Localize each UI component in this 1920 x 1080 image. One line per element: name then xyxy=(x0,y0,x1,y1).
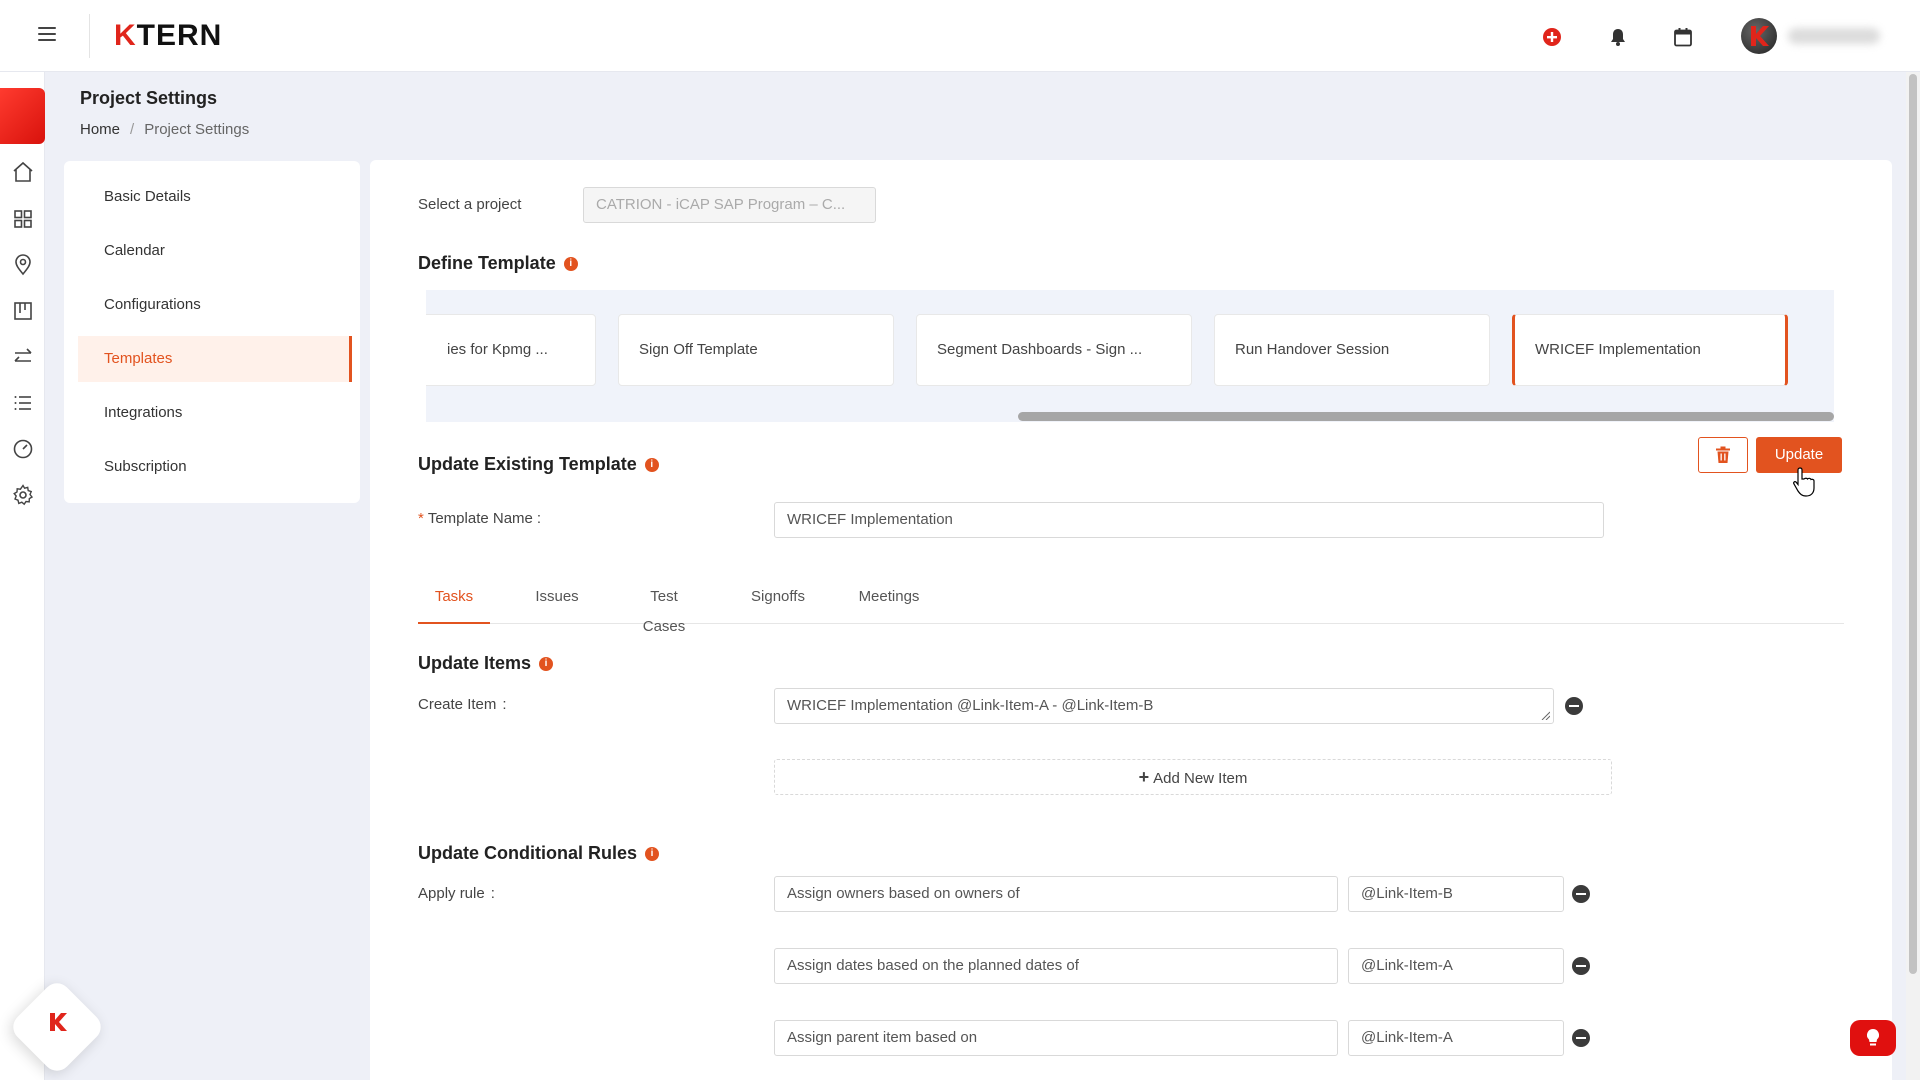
required-mark: * xyxy=(418,510,424,527)
page-title: Project Settings xyxy=(80,88,218,108)
settings-gear-icon[interactable] xyxy=(11,483,35,507)
page-scrollbar-thumb[interactable] xyxy=(1909,74,1917,974)
create-item-value: WRICEF Implementation @Link-Item-A - @Li… xyxy=(787,697,1154,714)
project-select[interactable]: CATRION - iCAP SAP Program – C... xyxy=(583,187,876,223)
add-new-item-label: Add New Item xyxy=(1153,770,1248,787)
nav-item-calendar[interactable]: Calendar xyxy=(78,228,352,274)
delete-button[interactable] xyxy=(1698,437,1748,473)
home-icon[interactable] xyxy=(11,160,35,184)
update-existing-heading: Update Existing Template xyxy=(418,454,637,474)
list-icon[interactable] xyxy=(11,391,35,415)
calendar-icon[interactable] xyxy=(1672,26,1694,48)
settings-nav: Basic Details Calendar Configurations Te… xyxy=(64,161,360,503)
info-icon[interactable]: i xyxy=(563,256,578,271)
rule-target-select[interactable]: @Link-Item-B xyxy=(1348,876,1564,912)
divider xyxy=(89,14,90,58)
resize-grip-icon[interactable] xyxy=(1540,710,1550,720)
template-name-text: Template Name xyxy=(427,510,533,527)
help-button[interactable] xyxy=(1850,1020,1896,1056)
k-logo-icon xyxy=(50,1013,67,1031)
tab-signoffs[interactable]: Signoffs xyxy=(748,582,808,624)
add-new-item-button[interactable]: + Add New Item xyxy=(774,759,1612,795)
tab-issues[interactable]: Issues xyxy=(535,582,579,624)
remove-rule-icon[interactable] xyxy=(1572,957,1590,975)
nav-item-integrations[interactable]: Integrations xyxy=(78,390,352,436)
nav-item-basic-details[interactable]: Basic Details xyxy=(78,174,352,220)
page-scrollbar[interactable] xyxy=(1906,72,1920,1080)
remove-rule-icon[interactable] xyxy=(1572,885,1590,903)
tab-tasks[interactable]: Tasks xyxy=(418,582,490,624)
update-existing-title: Update Existing Template i xyxy=(418,454,659,475)
board-icon[interactable] xyxy=(11,299,35,323)
apply-rule-text: Apply rule xyxy=(418,885,485,902)
template-carousel[interactable]: ies for Kpmg ... Sign Off Template Segme… xyxy=(426,290,1834,422)
dashboard-icon[interactable] xyxy=(11,207,35,231)
hamburger-icon[interactable] xyxy=(38,24,62,46)
breadcrumb-home[interactable]: Home xyxy=(80,121,120,138)
username-blurred xyxy=(1788,28,1880,44)
tab-meetings[interactable]: Meetings xyxy=(855,582,923,624)
app-logo[interactable]: KTERN xyxy=(114,18,222,54)
template-card[interactable]: ies for Kpmg ... xyxy=(426,314,596,386)
avatar-k-icon xyxy=(1751,26,1769,46)
rule-select[interactable]: Assign parent item based on xyxy=(774,1020,1338,1056)
create-item-text: Create Item xyxy=(418,696,497,713)
info-icon[interactable]: i xyxy=(645,846,660,861)
left-rail xyxy=(0,72,45,1080)
rule-target-select[interactable]: @Link-Item-A xyxy=(1348,1020,1564,1056)
transfer-icon[interactable] xyxy=(11,345,35,369)
gauge-icon[interactable] xyxy=(11,437,35,461)
carousel-scrollbar[interactable] xyxy=(1018,412,1834,421)
template-card-selected[interactable]: WRICEF Implementation xyxy=(1512,314,1788,386)
breadcrumb: Home / Project Settings xyxy=(80,121,249,138)
add-circle-icon[interactable] xyxy=(1541,26,1563,48)
create-item-textarea[interactable]: WRICEF Implementation @Link-Item-A - @Li… xyxy=(774,688,1554,724)
update-items-title: Update Items i xyxy=(418,653,554,674)
update-items-heading: Update Items xyxy=(418,653,532,673)
create-item-label: Create Item: xyxy=(418,696,507,713)
template-card[interactable]: Sign Off Template xyxy=(618,314,894,386)
breadcrumb-separator: / xyxy=(130,121,135,138)
template-card[interactable]: Run Handover Session xyxy=(1214,314,1490,386)
rule-select[interactable]: Assign owners based on owners of xyxy=(774,876,1338,912)
conditional-rules-heading: Update Conditional Rules xyxy=(418,843,638,863)
remove-rule-icon[interactable] xyxy=(1572,1029,1590,1047)
template-card[interactable]: Segment Dashboards - Sign ... xyxy=(916,314,1192,386)
info-icon[interactable]: i xyxy=(539,656,554,671)
bell-icon[interactable] xyxy=(1607,26,1629,48)
template-name-label: * Template Name: xyxy=(418,510,541,527)
nav-item-templates[interactable]: Templates xyxy=(78,336,352,382)
nav-item-configurations[interactable]: Configurations xyxy=(78,282,352,328)
plus-icon: + xyxy=(1138,767,1150,787)
rule-target-select[interactable]: @Link-Item-A xyxy=(1348,948,1564,984)
trash-icon xyxy=(1716,446,1730,463)
breadcrumb-current: Project Settings xyxy=(144,121,250,138)
lightbulb-icon xyxy=(1866,1028,1880,1046)
rail-accent xyxy=(0,88,45,144)
tab-test-cases[interactable]: Test Cases xyxy=(627,582,701,635)
update-button[interactable]: Update xyxy=(1756,437,1842,473)
create-item-colon: : xyxy=(502,696,507,713)
select-project-label: Select a project xyxy=(418,196,522,213)
location-icon[interactable] xyxy=(11,253,35,277)
template-name-colon: : xyxy=(536,510,542,527)
apply-rule-colon: : xyxy=(490,885,495,902)
info-icon[interactable]: i xyxy=(644,457,659,472)
remove-item-icon[interactable] xyxy=(1565,697,1583,715)
template-panel: Select a project CATRION - iCAP SAP Prog… xyxy=(370,160,1892,1080)
apply-rule-label: Apply rule: xyxy=(418,885,495,902)
rule-select[interactable]: Assign dates based on the planned dates … xyxy=(774,948,1338,984)
template-name-input[interactable]: WRICEF Implementation xyxy=(774,502,1604,538)
define-template-heading: Define Template xyxy=(418,253,556,273)
define-template-title: Define Template i xyxy=(418,253,578,274)
nav-item-subscription[interactable]: Subscription xyxy=(78,444,352,490)
conditional-rules-title: Update Conditional Rules i xyxy=(418,843,660,864)
top-bar: KTERN xyxy=(0,0,1920,72)
template-tabs: Tasks Issues Test Cases Signoffs Meeting… xyxy=(418,582,1844,635)
avatar[interactable] xyxy=(1741,18,1777,54)
